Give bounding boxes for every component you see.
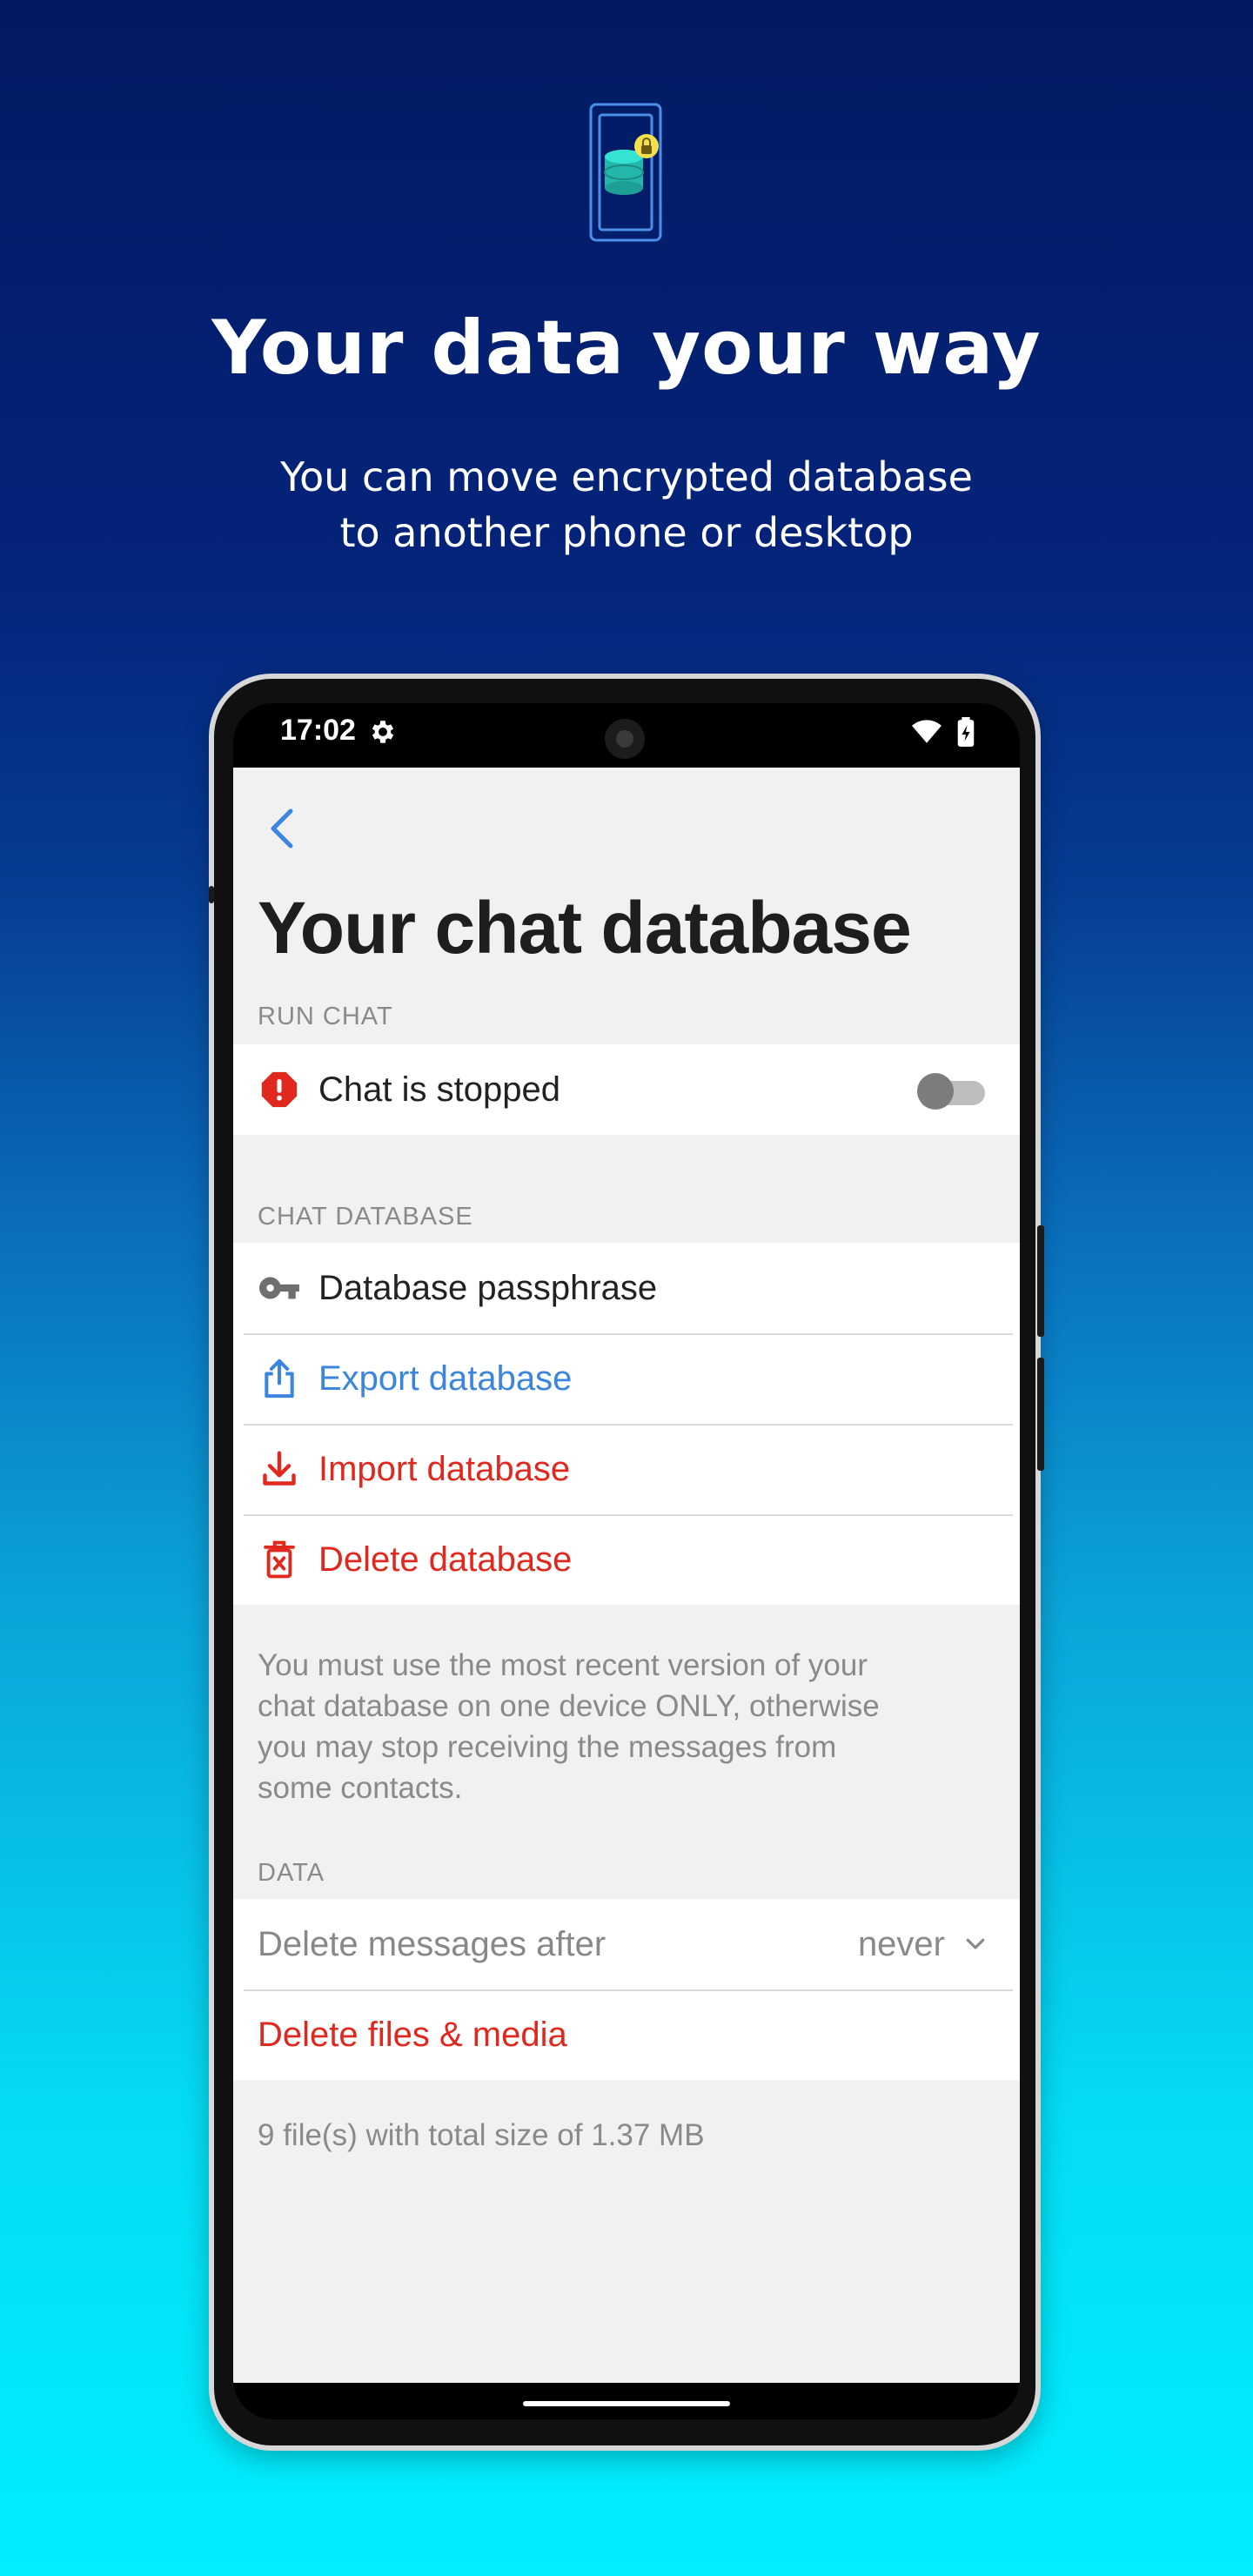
- database-phone-icon: [589, 103, 662, 242]
- database-passphrase-row[interactable]: Database passphrase: [233, 1243, 1020, 1333]
- page-title: Your chat database: [258, 887, 912, 969]
- phone-side-button: [1037, 1225, 1044, 1337]
- files-summary: 9 file(s) with total size of 1.37 MB: [258, 2118, 705, 2152]
- alert-octagon-icon: [258, 1068, 301, 1111]
- share-icon: [258, 1357, 301, 1400]
- download-icon: [258, 1447, 301, 1491]
- export-database-label: Export database: [318, 1358, 573, 1398]
- phone-screen: 17:02 Your chat database RUN CHAT Chat i…: [233, 703, 1020, 2419]
- chat-database-screen: Your chat database RUN CHAT Chat is stop…: [233, 768, 1020, 2383]
- key-icon: [258, 1266, 301, 1310]
- run-chat-card: Chat is stopped: [233, 1044, 1020, 1135]
- trash-icon: [258, 1538, 301, 1581]
- run-chat-toggle[interactable]: [917, 1073, 985, 1110]
- wifi-icon: [912, 720, 941, 743]
- delete-files-media-label: Delete files & media: [258, 2015, 567, 2054]
- delete-messages-after-value[interactable]: never: [858, 1925, 945, 1964]
- chat-status-label: Chat is stopped: [318, 1070, 560, 1109]
- section-header-data: DATA: [258, 1859, 325, 1887]
- database-passphrase-label: Database passphrase: [318, 1268, 658, 1307]
- front-camera: [605, 719, 645, 759]
- status-bar: 17:02: [233, 703, 1020, 768]
- chat-database-card: Database passphrase Export database Impo…: [233, 1243, 1020, 1605]
- phone-side-button: [209, 886, 214, 903]
- delete-messages-after-label: Delete messages after: [258, 1924, 606, 1963]
- phone-side-button: [1037, 1358, 1044, 1471]
- delete-files-media-row[interactable]: Delete files & media: [233, 1989, 1020, 2080]
- delete-messages-after-row[interactable]: Delete messages after never: [233, 1899, 1020, 1989]
- import-database-row[interactable]: Import database: [233, 1424, 1020, 1514]
- toggle-knob: [917, 1073, 954, 1110]
- data-card: Delete messages after never Delete files…: [233, 1899, 1020, 2080]
- battery-icon: [957, 717, 975, 747]
- chat-status-row: Chat is stopped: [233, 1044, 1020, 1135]
- section-header-run-chat: RUN CHAT: [258, 1003, 393, 1030]
- home-indicator[interactable]: [523, 2401, 730, 2406]
- status-time: 17:02: [280, 714, 356, 747]
- import-database-label: Import database: [318, 1449, 571, 1488]
- delete-database-row[interactable]: Delete database: [233, 1514, 1020, 1605]
- chevron-down-icon: [966, 1938, 985, 1949]
- export-database-row[interactable]: Export database: [233, 1333, 1020, 1424]
- promo-subheadline: You can move encrypted database to anoth…: [280, 453, 973, 556]
- delete-database-label: Delete database: [318, 1540, 573, 1579]
- promo-headline: Your data your way: [211, 305, 1042, 392]
- back-chevron-icon[interactable]: [265, 804, 299, 853]
- section-header-chat-database: CHAT DATABASE: [258, 1203, 473, 1231]
- database-warning-note: You must use the most recent version of …: [258, 1648, 880, 1805]
- settings-gear-icon: [372, 721, 394, 743]
